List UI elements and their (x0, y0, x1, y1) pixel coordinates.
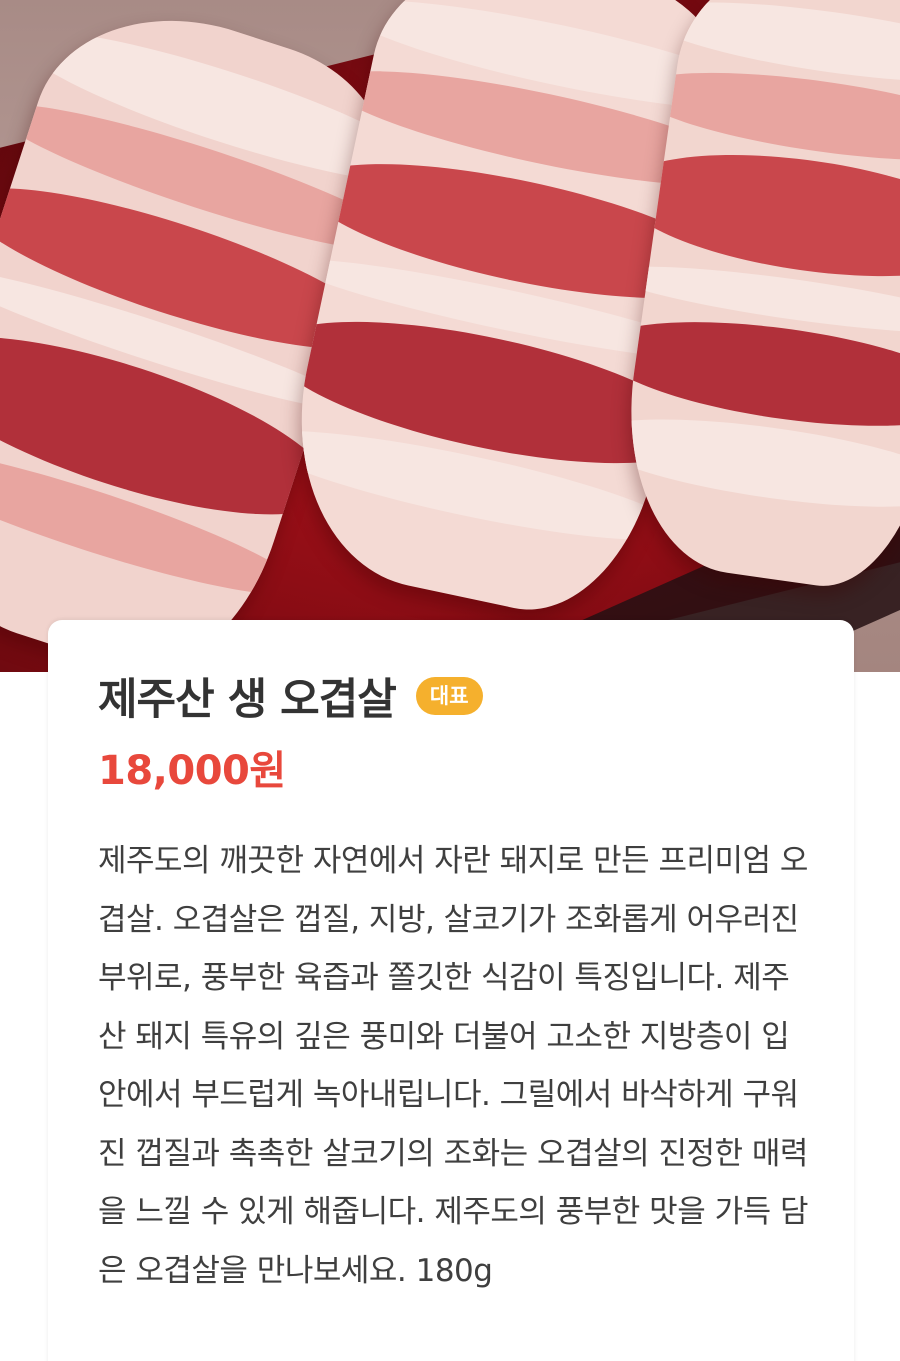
product-description: 제주도의 깨끗한 자연에서 자란 돼지로 만든 프리미엄 오겹살. 오겹살은 껍… (98, 843, 808, 1289)
title-row: 제주산 생 오겹살 대표 (98, 668, 483, 725)
signature-badge: 대표 (415, 677, 483, 715)
product-detail-page: 제주산 생 오겹살 대표 18,000원 제주도의 깨끗한 자연에서 자란 돼지… (0, 0, 900, 1361)
product-info-card: 제주산 생 오겹살 대표 18,000원 제주도의 깨끗한 자연에서 자란 돼지… (48, 620, 854, 1361)
product-price: 18,000원 (98, 748, 286, 794)
product-title: 제주산 생 오겹살 (98, 675, 397, 725)
product-photo (0, 0, 900, 672)
